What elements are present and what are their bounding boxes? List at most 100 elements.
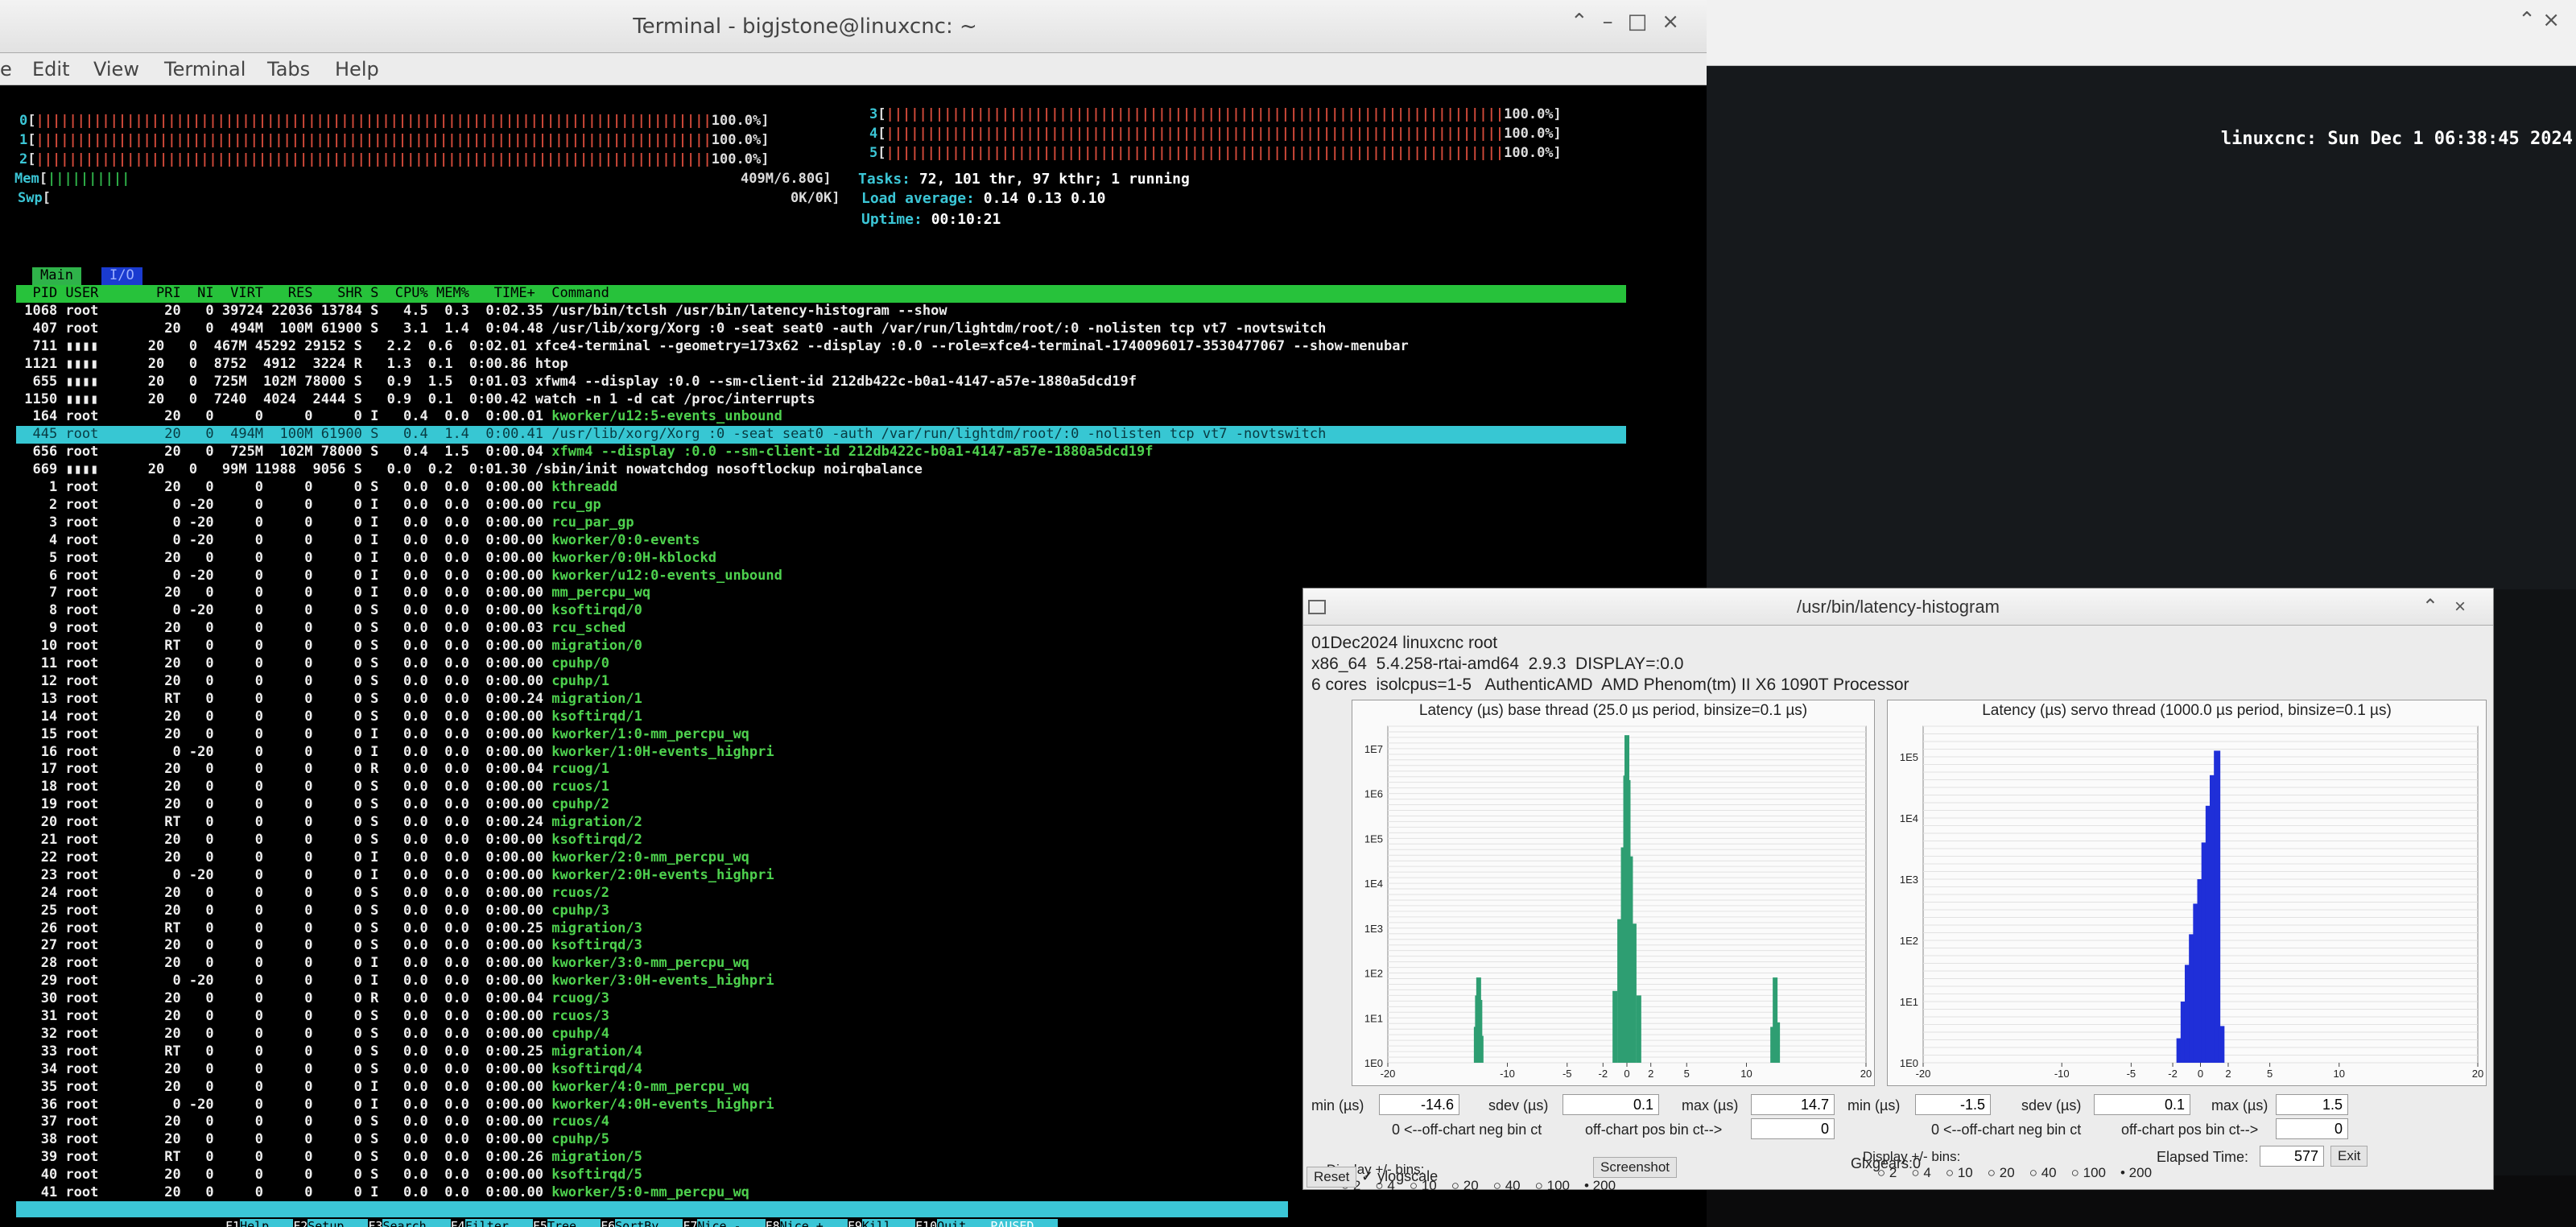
- screenshot-button[interactable]: Screenshot: [1593, 1157, 1677, 1178]
- row-command: cpuhp/4: [551, 1025, 609, 1042]
- table-row[interactable]: 5 root 20 0 0 0 0 I 0.0 0.0 0:00.00 kwor…: [16, 550, 1626, 568]
- servo-min-label: min (µs): [1847, 1097, 1901, 1113]
- fkey-f5[interactable]: F5: [532, 1219, 547, 1227]
- close-icon[interactable]: ×: [1662, 10, 1694, 34]
- menu-file[interactable]: e: [0, 58, 12, 81]
- ylogscale-checkbox[interactable]: ✓ ylogscale: [1361, 1168, 1438, 1185]
- row-command: rcuog/1: [551, 761, 609, 778]
- close-icon[interactable]: ×: [2454, 596, 2482, 618]
- bins-option-20[interactable]: ○ 20: [1988, 1165, 2015, 1180]
- fkey-f3[interactable]: F3: [368, 1219, 383, 1227]
- cpu-meter-2: 2[||||||||||||||||||||||||||||||||||||||…: [19, 151, 770, 167]
- x-tick-label: -20: [1381, 1068, 1396, 1080]
- radio-icon[interactable]: ○: [1493, 1178, 1505, 1193]
- tab-io[interactable]: I/O: [101, 267, 142, 285]
- y-tick-label: 1E7: [1364, 743, 1383, 755]
- row-fields: 5 root 20 0 0 0 0 I 0.0 0.0 0:00.00: [16, 549, 552, 566]
- row-fields: 19 root 20 0 0 0 0 S 0.0 0.0 0:00.00: [16, 796, 552, 813]
- terminal-window-controls[interactable]: ⌃–□×: [1571, 10, 1694, 34]
- radio-icon[interactable]: ○: [2029, 1165, 2041, 1180]
- menu-view[interactable]: View: [93, 58, 139, 81]
- x-tick-label: -20: [1916, 1068, 1931, 1080]
- table-row[interactable]: 164 root 20 0 0 0 0 I 0.4 0.0 0:00.01 kw…: [16, 408, 1626, 426]
- table-row[interactable]: 1121 ▮▮▮▮ 20 0 8752 4912 3224 R 1.3 0.1 …: [16, 356, 1626, 374]
- y-tick-label: 1E6: [1364, 788, 1383, 800]
- menu-terminal[interactable]: Terminal: [164, 58, 246, 81]
- bins-option-label: 100: [1546, 1178, 1570, 1193]
- menu-help[interactable]: Help: [335, 58, 379, 81]
- radio-icon[interactable]: ○: [2071, 1165, 2083, 1180]
- bins-option-10[interactable]: ○ 10: [1946, 1165, 1973, 1180]
- servo-sdev-value: 0.1: [2094, 1094, 2190, 1115]
- exit-button[interactable]: Exit: [2330, 1146, 2368, 1167]
- row-command: cpuhp/1: [551, 672, 609, 689]
- row-command: cpuhp/3: [551, 902, 609, 919]
- fkey-f9[interactable]: F9: [847, 1219, 862, 1227]
- fkey-f6[interactable]: F6: [601, 1219, 616, 1227]
- maximize-icon[interactable]: □: [1628, 10, 1662, 34]
- histogram-window-controls[interactable]: ⌃×: [2422, 595, 2482, 618]
- table-row[interactable]: 4 root 0 -20 0 0 0 I 0.0 0.0 0:00.00 kwo…: [16, 532, 1626, 550]
- fkey-f8[interactable]: F8: [765, 1219, 780, 1227]
- bins-option-100[interactable]: ○ 100: [1535, 1178, 1570, 1193]
- fkey-f7[interactable]: F7: [683, 1219, 698, 1227]
- row-fields: 21 root 20 0 0 0 0 S 0.0 0.0 0:00.00: [16, 832, 552, 848]
- radio-icon[interactable]: ○: [1946, 1165, 1958, 1180]
- cpu-meter-4: 4[||||||||||||||||||||||||||||||||||||||…: [869, 126, 1562, 142]
- ylogscale-label: ylogscale: [1377, 1168, 1439, 1184]
- bins-option-40[interactable]: ○ 40: [2029, 1165, 2057, 1180]
- table-row[interactable]: 3 root 0 -20 0 0 0 I 0.0 0.0 0:00.00 rcu…: [16, 514, 1626, 532]
- row-command: ksoftirqd/5: [551, 1167, 642, 1184]
- desktop-window-controls[interactable]: ⌃ ×: [2518, 8, 2560, 32]
- histogram-titlebar[interactable]: /usr/bin/latency-histogram ⌃×: [1303, 589, 2493, 626]
- row-fields: 16 root 0 -20 0 0 0 I 0.0 0.0 0:00.00: [16, 743, 552, 760]
- chevron-up-icon[interactable]: ⌃: [1571, 10, 1603, 34]
- radio-icon[interactable]: •: [2120, 1165, 2129, 1180]
- bins-option-200[interactable]: • 200: [2120, 1165, 2152, 1180]
- table-row[interactable]: 1150 ▮▮▮▮ 20 0 7240 4024 2444 S 0.9 0.1 …: [16, 391, 1626, 409]
- menu-tabs[interactable]: Tabs: [267, 58, 310, 81]
- row-fields: 6 root 0 -20 0 0 0 I 0.0 0.0 0:00.00: [16, 567, 552, 584]
- histogram-bar: [1612, 990, 1618, 1063]
- table-row[interactable]: 711 ▮▮▮▮ 20 0 467M 45292 29152 S 2.2 0.6…: [16, 338, 1626, 356]
- bins-option-40[interactable]: ○ 40: [1493, 1178, 1521, 1193]
- row-command: kworker/4:0H-events_highpri: [551, 1096, 774, 1113]
- table-row-selected[interactable]: 445 root 20 0 494M 100M 61900 S 0.4 1.4 …: [16, 426, 1626, 444]
- radio-icon[interactable]: •: [1584, 1178, 1593, 1193]
- tab-main[interactable]: Main: [32, 267, 81, 285]
- table-row[interactable]: 1068 root 20 0 39724 22036 13784 S 4.5 0…: [16, 303, 1626, 320]
- bins-option-200[interactable]: • 200: [1584, 1178, 1616, 1193]
- process-table-header[interactable]: PID USER PRI NI VIRT RES SHR S CPU% MEM%…: [16, 285, 1626, 303]
- table-row[interactable]: 1 root 20 0 0 0 0 S 0.0 0.0 0:00.00 kthr…: [16, 479, 1626, 497]
- latency-histogram-window[interactable]: /usr/bin/latency-histogram ⌃× 01Dec2024 …: [1302, 588, 2494, 1193]
- menu-edit[interactable]: Edit: [32, 58, 69, 81]
- table-row[interactable]: 656 root 20 0 725M 102M 78000 S 0.4 1.5 …: [16, 444, 1626, 461]
- table-row[interactable]: 407 root 20 0 494M 100M 61900 S 3.1 1.4 …: [16, 320, 1626, 338]
- table-row[interactable]: 655 ▮▮▮▮ 20 0 725M 102M 78000 S 0.9 1.5 …: [16, 374, 1626, 391]
- fkey-f10[interactable]: F10: [915, 1219, 938, 1227]
- x-tick-label: 2: [1648, 1068, 1653, 1080]
- histogram-title: /usr/bin/latency-histogram: [1797, 597, 2000, 617]
- x-tick-label: 0: [1624, 1068, 1629, 1080]
- row-fields: 14 root 20 0 0 0 0 S 0.0 0.0 0:00.00: [16, 708, 552, 725]
- radio-icon[interactable]: ○: [1535, 1178, 1547, 1193]
- fkey-f1[interactable]: F1: [225, 1219, 241, 1227]
- table-row[interactable]: 669 ▮▮▮▮ 20 0 99M 11988 9056 S 0.0 0.2 0…: [16, 461, 1626, 479]
- bins-option-100[interactable]: ○ 100: [2071, 1165, 2106, 1180]
- terminal-titlebar[interactable]: Terminal - bigjstone@linuxcnc: ~ ⌃–□×: [0, 0, 1707, 53]
- paused-indicator: PAUSED: [990, 1219, 1059, 1227]
- minimize-icon[interactable]: –: [1603, 10, 1628, 34]
- chevron-up-icon[interactable]: ⌃: [2422, 596, 2454, 618]
- fkey-f4[interactable]: F4: [450, 1219, 465, 1227]
- table-row[interactable]: 6 root 0 -20 0 0 0 I 0.0 0.0 0:00.00 kwo…: [16, 568, 1626, 585]
- bins-option-20[interactable]: ○ 20: [1451, 1178, 1479, 1193]
- radio-icon[interactable]: ○: [1451, 1178, 1463, 1193]
- fkey-f2[interactable]: F2: [293, 1219, 308, 1227]
- row-fields: 27 root 20 0 0 0 0 S 0.0 0.0 0:00.00: [16, 937, 552, 954]
- fkey-label: Nice +: [779, 1219, 848, 1227]
- row-command: cpuhp/5: [551, 1131, 609, 1148]
- histogram-bar: [1636, 995, 1641, 1063]
- reset-button[interactable]: Reset: [1307, 1167, 1357, 1188]
- radio-icon[interactable]: ○: [1988, 1165, 2000, 1180]
- table-row[interactable]: 2 root 0 -20 0 0 0 I 0.0 0.0 0:00.00 rcu…: [16, 497, 1626, 514]
